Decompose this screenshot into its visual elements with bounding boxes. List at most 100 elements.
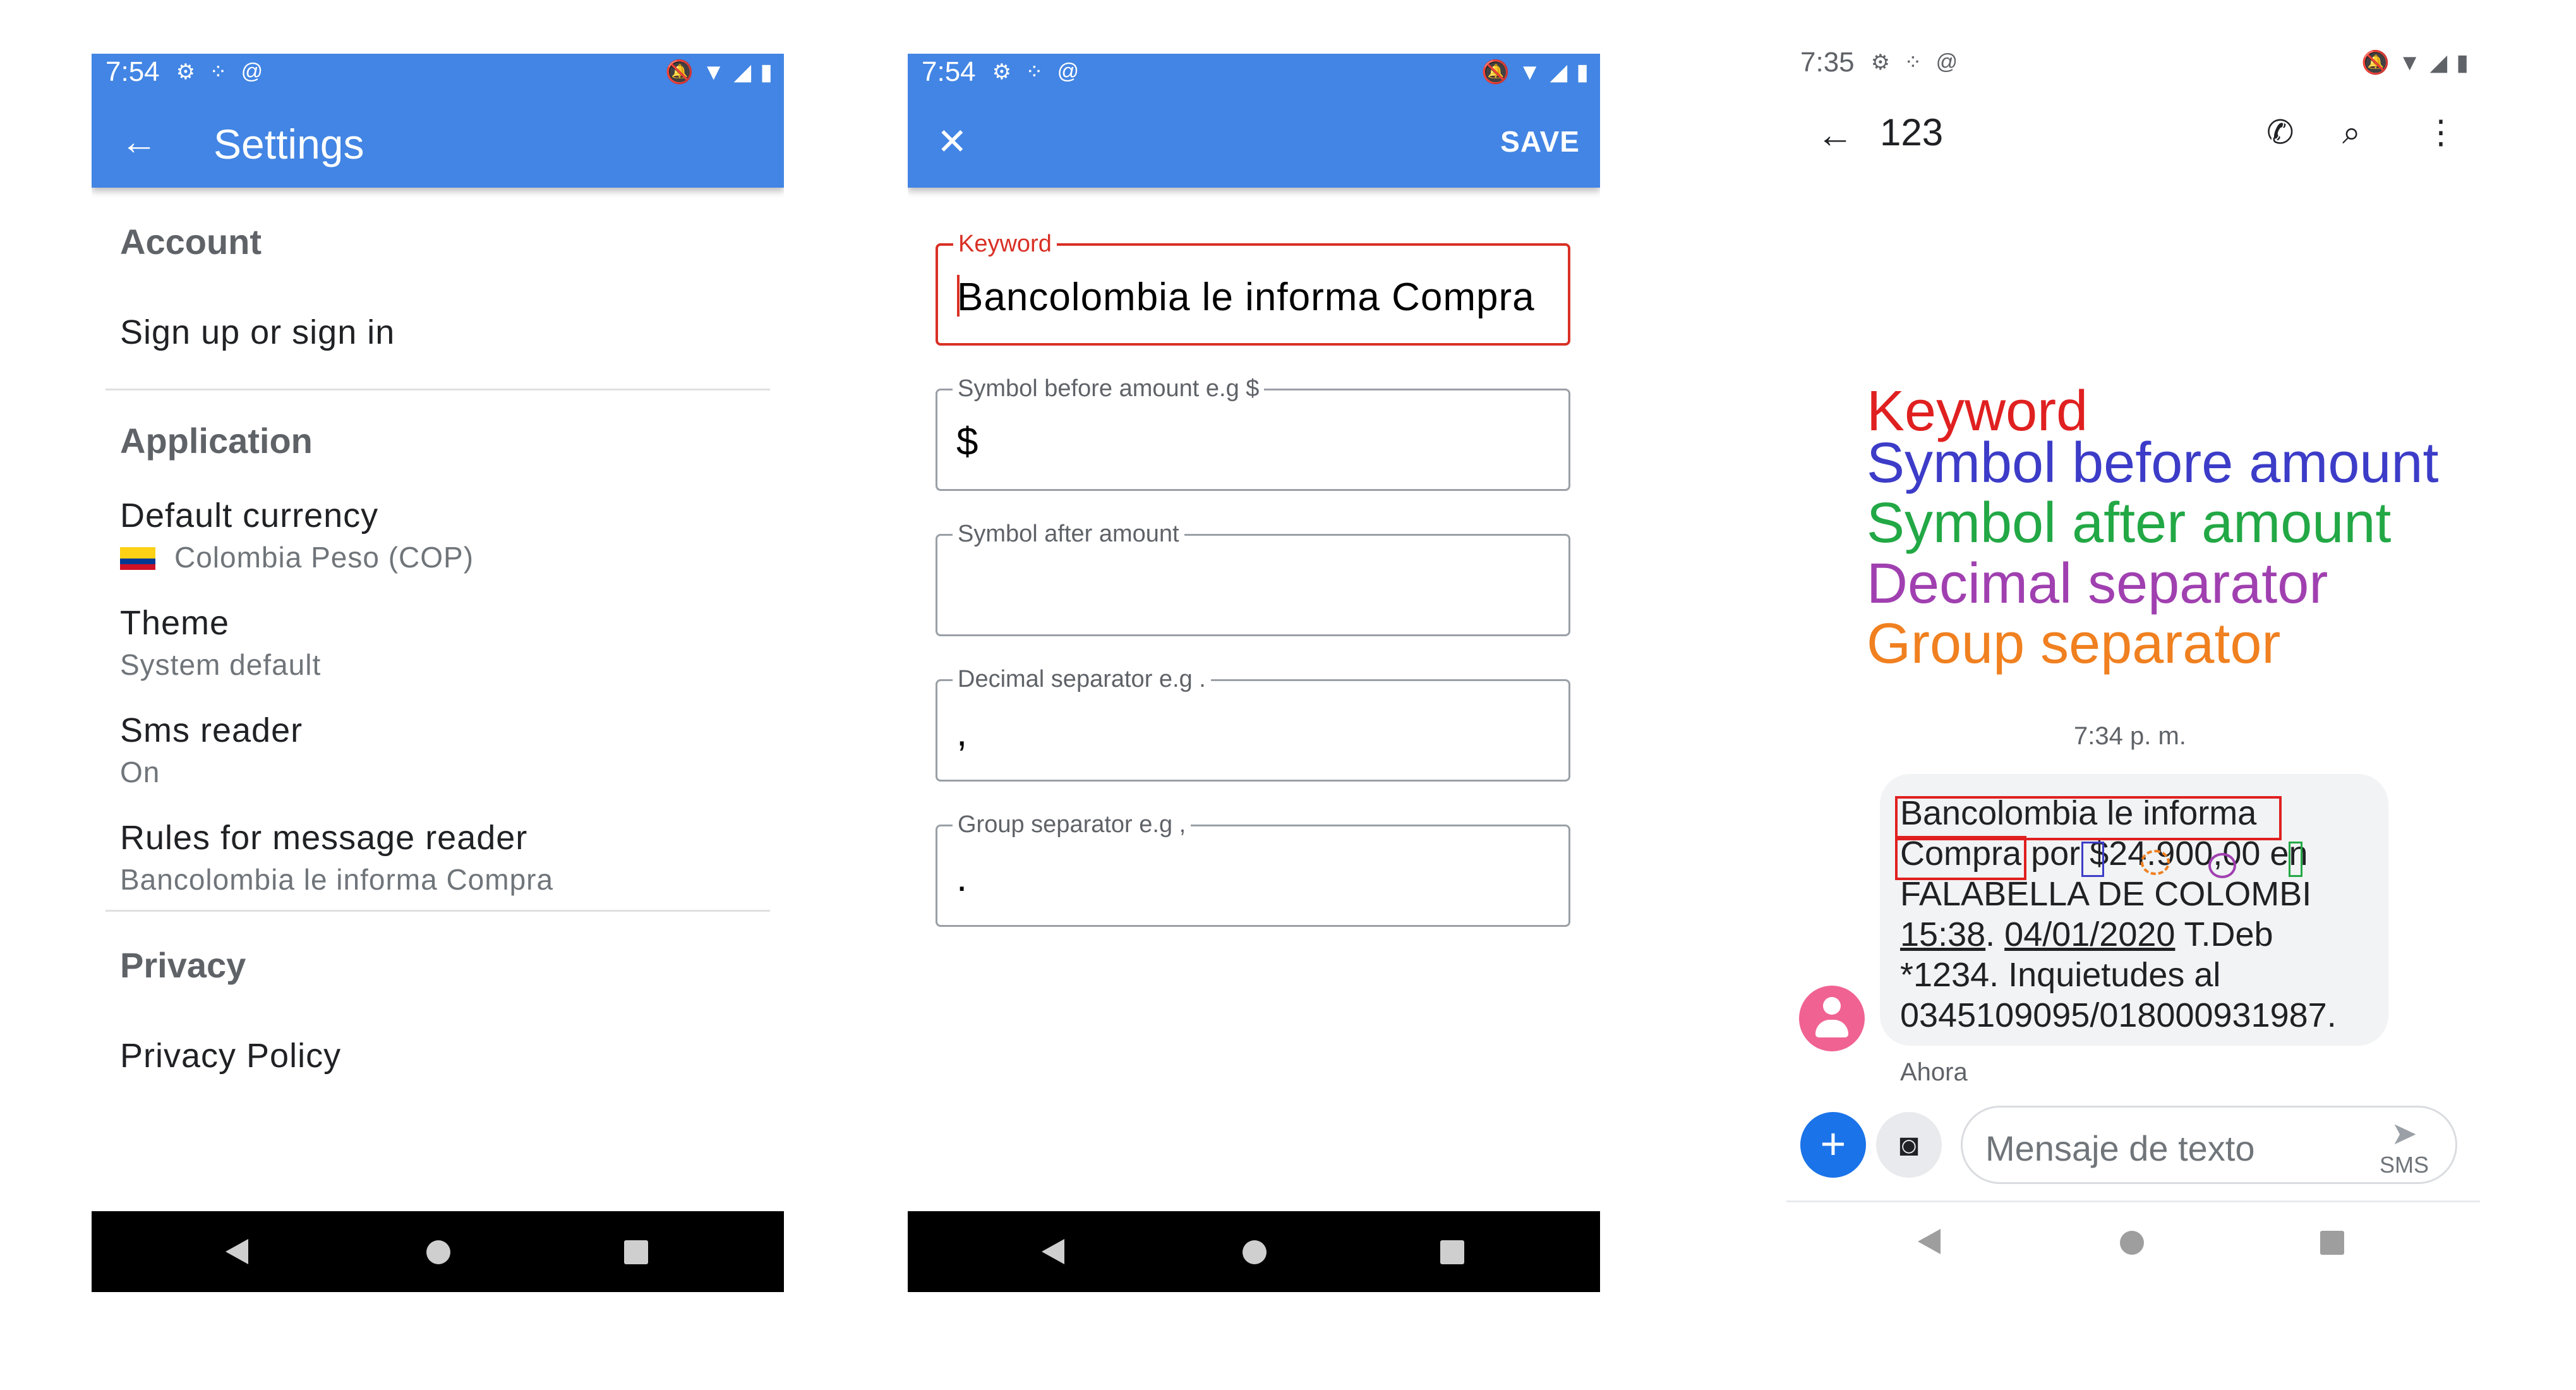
message-timestamp: 7:34 p. m. — [2074, 722, 2186, 750]
mute-icon: 🔕 — [2361, 49, 2390, 75]
at-icon: @ — [241, 59, 263, 83]
message-status: Ahora — [1900, 1058, 1968, 1086]
mute-icon: 🔕 — [665, 59, 694, 85]
theme-item[interactable]: Theme — [120, 603, 229, 643]
keyword-label: Keyword — [953, 231, 1057, 258]
add-attachment-button[interactable]: + — [1800, 1112, 1866, 1178]
gear-icon: ⚙ — [992, 60, 1012, 84]
phone-icon[interactable]: ✆ — [2266, 114, 2294, 152]
search-icon[interactable]: ⌕ — [2342, 114, 2361, 152]
keyword-field[interactable]: Keyword Bancolombia le informa Compra — [936, 231, 1570, 346]
theme-value: System default — [120, 648, 322, 681]
save-button[interactable]: SAVE — [1500, 124, 1580, 159]
nav-recents-icon[interactable] — [1440, 1240, 1464, 1264]
legend-symbol-before: Symbol before amount — [1867, 432, 2439, 495]
battery-icon: ▮ — [2456, 49, 2469, 75]
sms-reader-value: On — [120, 756, 160, 789]
nav-back-icon[interactable] — [226, 1239, 248, 1264]
legend-decimal-separator: Decimal separator — [1867, 552, 2328, 615]
divider — [1786, 1200, 2480, 1202]
camera-icon[interactable]: ◙ — [1876, 1112, 1942, 1178]
send-icon[interactable]: ➤ — [2376, 1115, 2433, 1152]
at-icon: @ — [1057, 59, 1080, 83]
msg-date-link[interactable]: 04/01/2020 — [2004, 916, 2175, 953]
keyword-highlight-box — [1895, 836, 2026, 880]
default-currency-value: Colombia Peso (COP) — [120, 540, 474, 574]
symbol-before-field[interactable]: Symbol before amount e.g $ $ — [936, 375, 1570, 491]
decimal-separator-highlight — [2208, 853, 2236, 878]
gear-icon: ⚙ — [176, 60, 196, 84]
msg-text: . — [1985, 916, 2005, 953]
msg-text: por — [2021, 835, 2090, 873]
colombia-flag-icon — [120, 547, 155, 570]
group-separator-field[interactable]: Group separator e.g , . — [936, 811, 1570, 927]
assistant-icon: ⁘ — [1025, 60, 1044, 84]
status-bar: 7:35 ⚙ ⁘ @ 🔕 ▼ ◢ ▮ — [1786, 44, 2480, 81]
msg-text: T.Deb — [2175, 916, 2273, 953]
currency-value-text: Colombia Peso (COP) — [174, 541, 474, 574]
signal-icon: ◢ — [1550, 59, 1568, 85]
mute-icon: 🔕 — [1481, 59, 1510, 85]
msg-card: *1234. Inquietudes al — [1900, 956, 2221, 994]
compose-field[interactable]: Mensaje de texto ➤ SMS — [1961, 1106, 2457, 1184]
sign-in-item[interactable]: Sign up or sign in — [120, 313, 395, 352]
assistant-icon: ⁘ — [1904, 51, 1922, 75]
wifi-icon: ▼ — [2398, 49, 2421, 75]
assistant-icon: ⁘ — [209, 60, 227, 84]
decimal-separator-input[interactable]: , — [956, 710, 968, 755]
sms-reader-item[interactable]: Sms reader — [120, 711, 303, 750]
divider — [105, 910, 770, 912]
symbol-after-highlight — [2289, 842, 2302, 877]
settings-screen: 7:54 ⚙ ⁘ @ 🔕 ▼ ◢ ▮ ← Settings Account Sign up… — [92, 54, 784, 1292]
decimal-separator-field[interactable]: Decimal separator e.g . , — [936, 666, 1570, 782]
keyword-value: Bancolombia le informa Compra — [957, 275, 1535, 319]
nav-home-icon[interactable] — [426, 1240, 450, 1264]
symbol-before-highlight — [2081, 842, 2104, 877]
status-bar: 7:54 ⚙ ⁘ @ 🔕 ▼ ◢ ▮ — [92, 54, 784, 90]
legend-group-separator: Group separator — [1867, 612, 2281, 675]
symbol-before-input[interactable]: $ — [956, 420, 978, 464]
nav-home-icon[interactable] — [2120, 1231, 2144, 1255]
privacy-policy-item[interactable]: Privacy Policy — [120, 1036, 341, 1075]
signal-icon: ◢ — [2429, 49, 2448, 75]
nav-home-icon[interactable] — [1243, 1240, 1267, 1264]
symbol-after-label: Symbol after amount — [953, 521, 1184, 548]
app-bar: 7:54 ⚙ ⁘ @ 🔕 ▼ ◢ ▮ ✕ SAVE — [908, 54, 1600, 188]
nav-back-icon[interactable] — [1918, 1229, 1941, 1254]
rule-editor-screen: 7:54 ⚙ ⁘ @ 🔕 ▼ ◢ ▮ ✕ SAVE Keyword Bancolombia… — [908, 54, 1600, 1292]
status-time: 7:54 — [105, 56, 160, 87]
sms-label: SMS — [2379, 1152, 2429, 1178]
close-icon[interactable]: ✕ — [937, 123, 975, 161]
status-time: 7:35 — [1800, 47, 1855, 78]
msg-time-link[interactable]: 15:38 — [1900, 916, 1985, 953]
section-account: Account — [120, 222, 262, 262]
msg-amount: 24.900,00 — [2109, 835, 2261, 873]
back-arrow-icon[interactable]: ← — [1817, 114, 1853, 156]
battery-icon: ▮ — [760, 59, 773, 85]
nav-recents-icon[interactable] — [624, 1240, 648, 1264]
group-separator-input[interactable]: . — [956, 855, 968, 900]
wifi-icon: ▼ — [1518, 59, 1541, 85]
nav-recents-icon[interactable] — [2320, 1231, 2344, 1255]
more-vert-icon[interactable]: ⋮ — [2424, 114, 2457, 152]
decimal-separator-label: Decimal separator e.g . — [953, 666, 1211, 693]
signal-icon: ◢ — [733, 59, 752, 85]
section-privacy: Privacy — [120, 945, 246, 985]
contact-avatar[interactable] — [1799, 986, 1865, 1051]
section-application: Application — [120, 421, 313, 461]
back-arrow-icon[interactable]: ← — [121, 123, 159, 161]
symbol-after-field[interactable]: Symbol after amount — [936, 521, 1570, 636]
rules-item[interactable]: Rules for message reader — [120, 818, 527, 857]
battery-icon: ▮ — [1576, 59, 1589, 85]
msg-merchant: FALABELLA DE COLOMBI — [1900, 875, 2312, 913]
nav-back-icon[interactable] — [1042, 1239, 1064, 1264]
compose-placeholder: Mensaje de texto — [1985, 1128, 2255, 1168]
default-currency-item[interactable]: Default currency — [120, 496, 378, 535]
keyword-input[interactable]: Bancolombia le informa Compra — [957, 275, 1535, 320]
messages-screen: 7:35 ⚙ ⁘ @ 🔕 ▼ ◢ ▮ ← 123 ✆ ⌕ ⋮ Keyword Symbol… — [1786, 44, 2480, 1308]
divider — [105, 389, 770, 390]
group-separator-highlight — [2141, 850, 2170, 875]
group-separator-label: Group separator e.g , — [953, 811, 1191, 838]
legend-symbol-after: Symbol after amount — [1867, 492, 2392, 555]
status-time: 7:54 — [922, 56, 976, 87]
